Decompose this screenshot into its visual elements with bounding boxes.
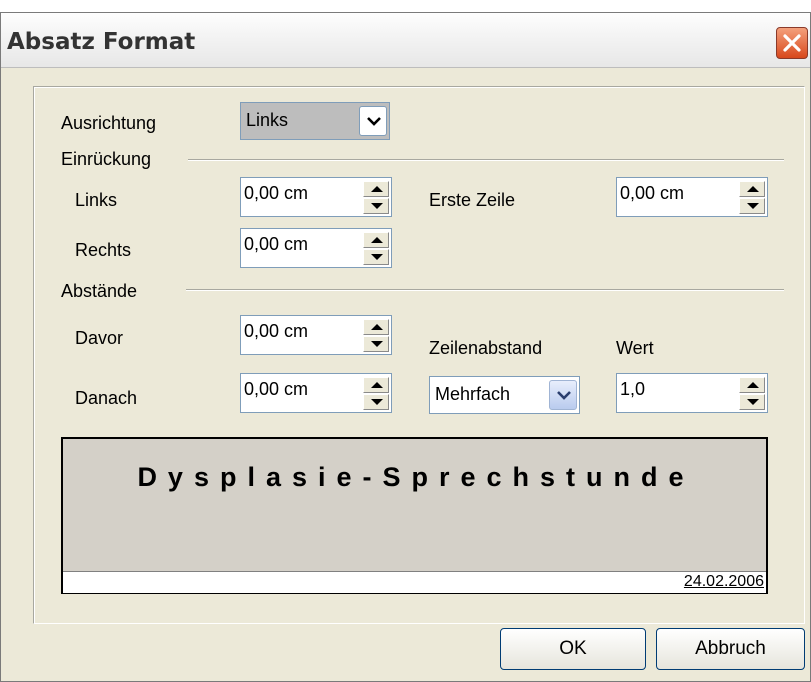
indent-divider xyxy=(188,159,784,161)
before-value: 0,00 cm xyxy=(244,321,309,341)
arrow-down-icon[interactable] xyxy=(363,249,389,265)
preview-text: Dysplasie-Sprechstunde xyxy=(137,462,695,492)
line-spacing-select[interactable]: Mehrfach xyxy=(429,376,580,414)
chevron-down-icon[interactable] xyxy=(549,380,577,410)
arrow-up-icon[interactable] xyxy=(363,377,389,393)
chevron-down-icon[interactable] xyxy=(359,106,387,136)
arrow-down-icon[interactable] xyxy=(363,394,389,410)
after-spinner[interactable]: 0,00 cm xyxy=(240,373,392,413)
arrow-up-icon[interactable] xyxy=(363,319,389,335)
dialog-title: Absatz Format xyxy=(7,29,196,55)
indent-right-spinner[interactable]: 0,00 cm xyxy=(240,228,392,268)
first-line-label: Erste Zeile xyxy=(429,190,516,210)
close-button[interactable] xyxy=(776,27,808,59)
arrow-down-icon[interactable] xyxy=(363,198,389,214)
arrow-up-icon[interactable] xyxy=(739,181,765,197)
ok-button[interactable]: OK xyxy=(500,628,646,670)
arrow-up-icon[interactable] xyxy=(363,181,389,197)
preview-date: 24.02.2006 xyxy=(683,573,764,590)
alignment-select[interactable]: Links xyxy=(240,102,390,140)
amount-value: 1,0 xyxy=(620,379,646,399)
spacing-divider xyxy=(186,289,784,291)
before-label: Davor xyxy=(75,328,124,348)
indent-section-label: Einrückung xyxy=(61,149,152,169)
spacing-section-label: Abstände xyxy=(61,281,138,301)
line-spacing-value: Mehrfach xyxy=(435,384,511,404)
alignment-value: Links xyxy=(246,110,289,130)
title-bar[interactable]: Absatz Format xyxy=(1,13,810,68)
amount-spinner[interactable]: 1,0 xyxy=(616,373,768,413)
alignment-label: Ausrichtung xyxy=(61,113,157,133)
first-line-spinner[interactable]: 0,00 cm xyxy=(616,177,768,217)
before-spinner[interactable]: 0,00 cm xyxy=(240,315,392,355)
after-label: Danach xyxy=(75,388,138,408)
arrow-down-icon[interactable] xyxy=(739,198,765,214)
arrow-down-icon[interactable] xyxy=(363,336,389,352)
indent-right-label: Rechts xyxy=(75,240,132,260)
preview-box: Dysplasie-Sprechstunde 24.02.2006 xyxy=(61,437,768,594)
line-spacing-label: Zeilenabstand xyxy=(429,338,543,358)
amount-label: Wert xyxy=(616,338,654,358)
arrow-up-icon[interactable] xyxy=(363,232,389,248)
preview-footer: 24.02.2006 xyxy=(63,571,766,593)
indent-left-value: 0,00 cm xyxy=(244,183,309,203)
indent-left-label: Links xyxy=(75,190,118,210)
arrow-up-icon[interactable] xyxy=(739,377,765,393)
indent-right-value: 0,00 cm xyxy=(244,234,309,254)
cancel-button[interactable]: Abbruch xyxy=(656,628,805,670)
first-line-value: 0,00 cm xyxy=(620,183,685,203)
arrow-down-icon[interactable] xyxy=(739,394,765,410)
close-icon xyxy=(783,34,801,52)
after-value: 0,00 cm xyxy=(244,379,309,399)
indent-left-spinner[interactable]: 0,00 cm xyxy=(240,177,392,217)
